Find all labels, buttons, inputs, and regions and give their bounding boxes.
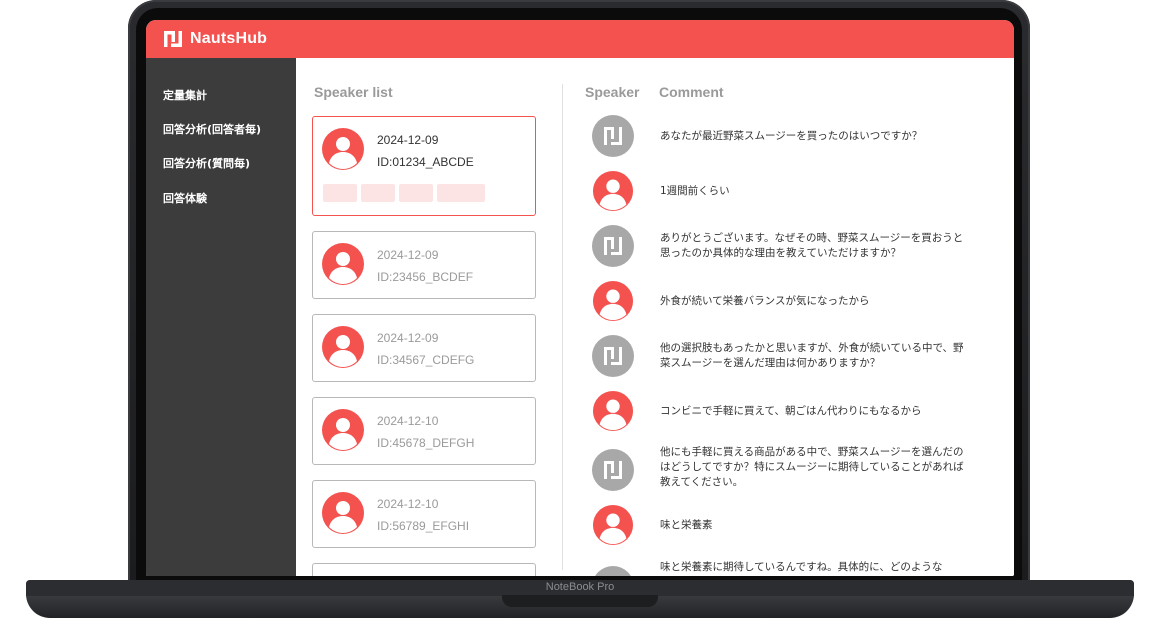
speaker-id: ID:56789_EFGHI: [377, 519, 470, 533]
sidebar: 定量集計 回答分析(回答者毎) 回答分析(質問毎) 回答体験: [146, 58, 296, 576]
user-avatar-icon: [592, 390, 634, 432]
comment-text: 他の選択肢もあったかと思いますが、外食が続いている中で、野菜スムージーを選んだ理…: [660, 342, 964, 369]
user-avatar-icon: [322, 243, 364, 285]
comment-text: 味と栄養素に期待しているんですね。具体的に、どのような: [660, 561, 943, 573]
speaker-card[interactable]: 2024-12-09 ID:34567_CDEFG: [312, 314, 536, 382]
speaker-card[interactable]: [312, 563, 536, 576]
speaker-card[interactable]: 2024-12-10 ID:45678_DEFGH: [312, 397, 536, 465]
user-avatar-icon: [592, 280, 634, 322]
speaker-card[interactable]: 2024-12-10 ID:56789_EFGHI: [312, 480, 536, 548]
speaker-id: ID:23456_BCDEF: [377, 270, 474, 284]
speaker-tag: [399, 184, 433, 202]
interviewer-logo-icon: [592, 115, 634, 157]
speaker-column-heading: Speaker: [585, 84, 640, 100]
speaker-id: ID:34567_CDEFG: [377, 353, 475, 367]
app-header: NautsHub: [146, 20, 1014, 58]
sidebar-item-analysis-by-question[interactable]: 回答分析(質問毎): [163, 155, 250, 171]
speaker-id: ID:45678_DEFGH: [377, 436, 475, 450]
speaker-date: 2024-12-09: [377, 133, 439, 147]
speaker-card[interactable]: 2024-12-09 ID:23456_BCDEF: [312, 231, 536, 299]
sidebar-item-quantitative-summary[interactable]: 定量集計: [163, 87, 207, 103]
comment-text: 他にも手軽に買える商品がある中で、野菜スムージーを選んだのはどうしてですか？特に…: [660, 446, 964, 488]
main-content: Speaker list Speaker Comment 2024-12-09 …: [296, 58, 1014, 576]
speaker-date: 2024-12-09: [377, 331, 439, 345]
laptop-opening-notch: [502, 595, 658, 607]
speaker-card[interactable]: 2024-12-09 ID:01234_ABCDE: [312, 116, 536, 216]
user-avatar-icon: [592, 170, 634, 212]
comment-text: ありがとうございます。なぜその時、野菜スムージーを買おうと思ったのか具体的な理由…: [660, 232, 964, 259]
app-screen: NautsHub 定量集計 回答分析(回答者毎) 回答分析(質問毎) 回答体験 …: [146, 20, 1014, 576]
sidebar-item-answer-experience[interactable]: 回答体験: [163, 190, 207, 206]
interviewer-logo-icon: [592, 449, 634, 491]
user-avatar-icon: [322, 492, 364, 534]
speaker-list-heading: Speaker list: [314, 84, 393, 100]
speaker-date: 2024-12-10: [377, 497, 439, 511]
user-avatar-icon: [592, 504, 634, 546]
speaker-tag: [361, 184, 395, 202]
interviewer-logo-icon: [592, 335, 634, 377]
comment-text: 味と栄養素: [660, 519, 713, 531]
comment-text: コンビニで手軽に買えて、朝ごはん代わりにもなるから: [660, 405, 922, 417]
comment-text: 1週間前くらい: [660, 185, 730, 197]
speaker-tag: [323, 184, 357, 202]
sidebar-item-analysis-by-respondent[interactable]: 回答分析(回答者毎): [163, 121, 261, 137]
comment-text: あなたが最近野菜スムージーを買ったのはいつですか？: [660, 130, 923, 142]
user-avatar-icon: [322, 409, 364, 451]
device-model-label: NoteBook Pro: [545, 581, 615, 593]
user-avatar-icon: [322, 128, 364, 170]
speaker-tag: [437, 184, 485, 202]
interviewer-logo-icon: [592, 225, 634, 267]
app-brand-name: NautsHub: [190, 30, 268, 47]
comment-column-heading: Comment: [659, 84, 724, 100]
speaker-date: 2024-12-10: [377, 414, 439, 428]
user-avatar-icon: [322, 326, 364, 368]
interviewer-logo-icon: [595, 566, 631, 576]
comment-text: 外食が続いて栄養バランスが気になったから: [660, 295, 870, 307]
speaker-date: 2024-12-09: [377, 248, 439, 262]
speaker-id: ID:01234_ABCDE: [377, 155, 474, 169]
column-divider: [562, 84, 563, 570]
laptop-mockup: NautsHub 定量集計 回答分析(回答者毎) 回答分析(質問毎) 回答体験 …: [0, 0, 1160, 636]
nautshub-logo-icon: [164, 31, 182, 47]
